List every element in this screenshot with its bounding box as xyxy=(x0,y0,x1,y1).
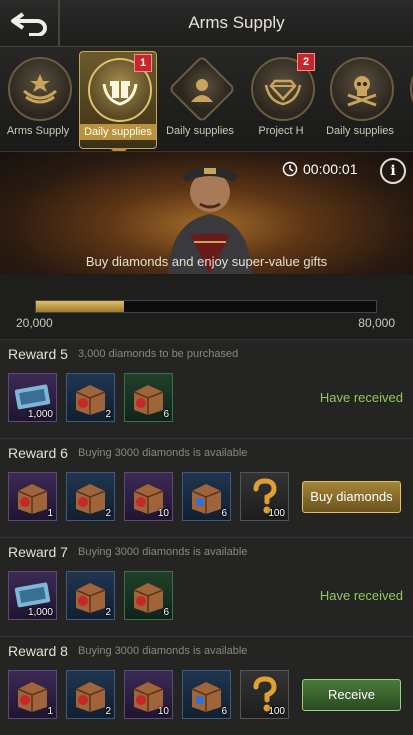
reward-row: Reward 5 3,000 diamonds to be purchased … xyxy=(0,339,413,438)
received-status: Have received xyxy=(319,390,403,405)
tab-label: Daily supplies xyxy=(80,124,156,140)
notification-badge: 1 xyxy=(134,54,152,72)
progress-fill xyxy=(36,301,125,312)
top-bar: Arms Supply xyxy=(0,0,413,47)
timer-value: 00:00:01 xyxy=(303,161,358,177)
tab-project-h[interactable]: 2 Project H xyxy=(243,51,319,147)
reward-description: Buying 3000 diamonds is available xyxy=(78,546,248,558)
reward-row: Reward 7 Buying 3000 diamonds is availab… xyxy=(0,537,413,636)
ticket-item[interactable]: 1,000 xyxy=(8,571,57,620)
notification-badge: 2 xyxy=(297,53,315,71)
crate-item[interactable]: 10 xyxy=(124,670,173,719)
reward-description: Buying 3000 diamonds is available xyxy=(78,447,248,459)
star-wings-icon xyxy=(8,57,72,121)
page-title: Arms Supply xyxy=(188,13,285,32)
progress-track xyxy=(35,300,377,313)
item-count: 10 xyxy=(157,706,169,717)
item-count: 100 xyxy=(268,706,285,717)
receive-button[interactable]: Receive xyxy=(302,679,401,711)
clock-icon xyxy=(282,161,298,177)
item-count: 1,000 xyxy=(27,607,53,618)
item-count: 1 xyxy=(47,508,53,519)
crate-item[interactable]: 2 xyxy=(66,373,115,422)
reward-items: 1,000 2 6 xyxy=(8,571,173,620)
countdown-timer: 00:00:01 xyxy=(282,161,358,177)
item-count: 2 xyxy=(105,508,111,519)
reward-title: Reward 5 xyxy=(8,346,68,362)
promo-banner: 00:00:01 i Buy diamonds and enjoy super-… xyxy=(0,152,413,274)
buy-diamonds-button[interactable]: Buy diamonds xyxy=(302,481,401,513)
reward-title: Reward 6 xyxy=(8,445,68,461)
reward-row: Reward 8 Buying 3000 diamonds is availab… xyxy=(0,636,413,735)
back-button[interactable] xyxy=(0,0,60,46)
soldier-portrait-icon xyxy=(168,55,236,123)
reward-items: 1,000 2 6 xyxy=(8,373,173,422)
item-count: 6 xyxy=(221,706,227,717)
skull-crossbones-icon xyxy=(330,57,394,121)
crate-item[interactable]: 10 xyxy=(124,472,173,521)
crate-item[interactable]: 6 xyxy=(124,373,173,422)
crate-item[interactable]: 1 xyxy=(8,472,57,521)
item-count: 10 xyxy=(157,508,169,519)
crate-item[interactable]: 2 xyxy=(66,571,115,620)
crate-item[interactable]: 6 xyxy=(124,571,173,620)
item-count: 6 xyxy=(221,508,227,519)
received-status: Have received xyxy=(319,588,403,603)
reward-title: Reward 8 xyxy=(8,643,68,659)
progress-min-label: 20,000 xyxy=(16,316,53,330)
tab-label: Project H xyxy=(258,125,304,137)
reward-description: Buying 3000 diamonds is available xyxy=(78,645,248,657)
crate-item[interactable]: 2 xyxy=(66,472,115,521)
tab-label: Arms Supply xyxy=(6,125,70,137)
promo-text: Buy diamonds and enjoy super-value gifts xyxy=(85,254,328,269)
crate-item[interactable]: 1 xyxy=(8,670,57,719)
item-count: 2 xyxy=(105,607,111,618)
item-count: 6 xyxy=(163,607,169,618)
crate-item[interactable]: 2 xyxy=(66,670,115,719)
item-count: 2 xyxy=(105,409,111,420)
reward-description: 3,000 diamonds to be purchased xyxy=(78,348,239,360)
progress-max-label: 80,000 xyxy=(358,316,395,330)
crate-item[interactable]: 6 xyxy=(182,472,231,521)
item-count: 100 xyxy=(268,508,285,519)
info-icon[interactable]: i xyxy=(380,158,406,184)
ticket-item[interactable]: 1,000 xyxy=(8,373,57,422)
tab-daily-supplies-3[interactable]: Daily supplies xyxy=(322,51,398,147)
reward-title: Reward 7 xyxy=(8,544,68,560)
item-count: 1 xyxy=(47,706,53,717)
tab-daily-supplies-2[interactable]: Daily supplies xyxy=(162,51,238,147)
item-count: 6 xyxy=(163,409,169,420)
reward-items: 1 2 10 6 100 xyxy=(8,472,289,521)
item-count: 1,000 xyxy=(27,409,53,420)
tab-daily-supplies-active[interactable]: 1 Daily supplies xyxy=(79,51,157,151)
tab-arms-supply[interactable]: Arms Supply xyxy=(0,51,76,147)
item-count: 2 xyxy=(105,706,111,717)
tab-strip: Arms Supply 1 Daily supplies Daily suppl… xyxy=(0,47,413,152)
back-arrow-icon xyxy=(11,12,47,36)
purchase-progress: 20,000 80,000 xyxy=(0,275,413,338)
tab-label: Daily supplies xyxy=(166,125,234,137)
tab-label: Daily supplies xyxy=(326,125,394,137)
tab-next-partial[interactable] xyxy=(402,51,413,147)
crate-item[interactable]: 6 xyxy=(182,670,231,719)
reward-row: Reward 6 Buying 3000 diamonds is availab… xyxy=(0,438,413,537)
mystery-item[interactable]: 100 xyxy=(240,670,289,719)
reward-items: 1 2 10 6 100 xyxy=(8,670,289,719)
mystery-item[interactable]: 100 xyxy=(240,472,289,521)
